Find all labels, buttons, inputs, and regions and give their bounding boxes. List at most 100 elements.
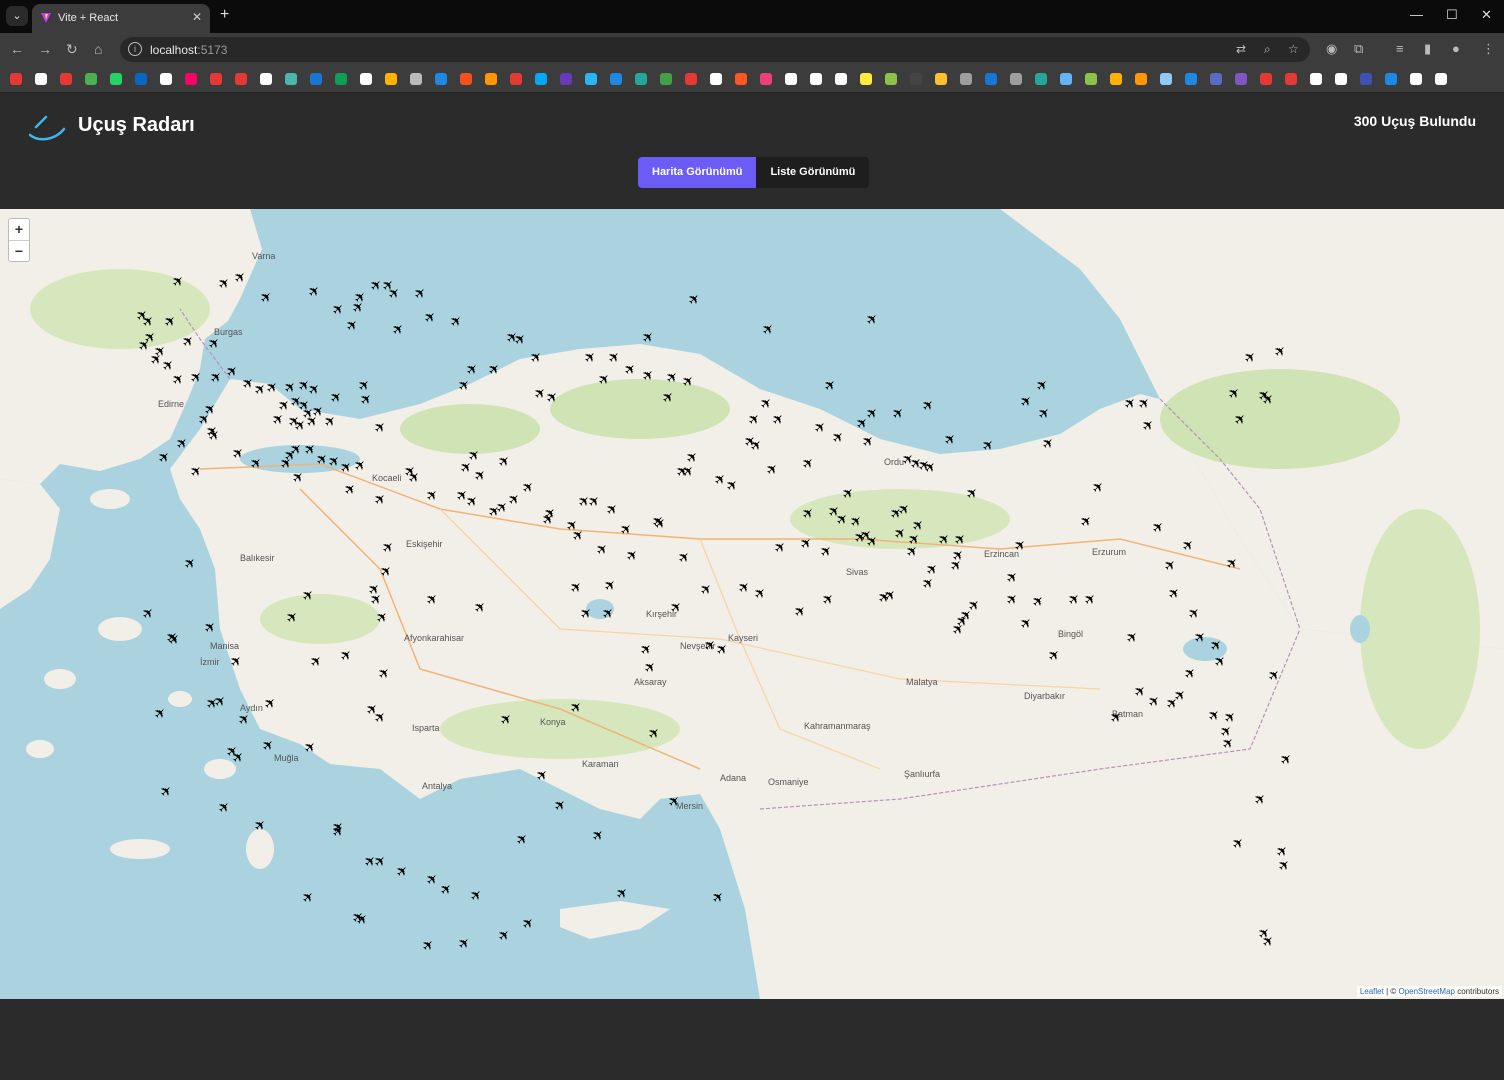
bookmark-icon[interactable] xyxy=(335,73,347,85)
map-place-label: Erzurum xyxy=(1092,547,1127,557)
minimize-icon[interactable]: — xyxy=(1410,7,1423,22)
leaflet-link[interactable]: Leaflet xyxy=(1360,987,1384,996)
browser-tab[interactable]: Vite + React ✕ xyxy=(32,4,210,33)
flight-map[interactable]: Varna Burgas Edirne Kocaeli Eskişehir Balıkes… xyxy=(0,209,1504,999)
bookmark-icon[interactable] xyxy=(1110,73,1122,85)
map-place-label: Muğla xyxy=(274,753,299,763)
menu-icon[interactable]: ⋮ xyxy=(1482,41,1495,57)
bookmark-icon[interactable] xyxy=(1435,73,1447,85)
bookmark-icon[interactable] xyxy=(435,73,447,85)
bookmark-icon[interactable] xyxy=(1085,73,1097,85)
bookmark-icon[interactable] xyxy=(685,73,697,85)
bookmark-icon[interactable] xyxy=(60,73,72,85)
bookmark-icon[interactable] xyxy=(360,73,372,85)
bookmark-icon[interactable] xyxy=(260,73,272,85)
bookmark-icon[interactable] xyxy=(135,73,147,85)
translate-icon[interactable]: ⇄ xyxy=(1236,42,1246,56)
new-tab-button[interactable]: + xyxy=(220,6,229,24)
media-icon[interactable]: ≡ xyxy=(1396,41,1404,56)
bookmark-icon[interactable] xyxy=(285,73,297,85)
bookmark-icon[interactable] xyxy=(1060,73,1072,85)
bookmark-icon[interactable] xyxy=(185,73,197,85)
bookmark-icon[interactable] xyxy=(310,73,322,85)
bookmark-icon[interactable] xyxy=(635,73,647,85)
bookmark-icon[interactable] xyxy=(1360,73,1372,85)
close-window-icon[interactable]: ✕ xyxy=(1481,7,1492,23)
bookmark-icon[interactable] xyxy=(885,73,897,85)
bookmark-icon[interactable] xyxy=(85,73,97,85)
list-view-button[interactable]: Liste Görünümü xyxy=(756,157,870,188)
view-toggle: Harita Görünümü Liste Görünümü xyxy=(638,157,870,188)
bookmark-star-icon[interactable]: ☆ xyxy=(1288,42,1299,56)
bookmark-icon[interactable] xyxy=(710,73,722,85)
bookmark-icon[interactable] xyxy=(535,73,547,85)
zoom-in-button[interactable]: + xyxy=(9,219,29,240)
site-info-icon[interactable]: i xyxy=(128,42,142,56)
map-view-button[interactable]: Harita Görünümü xyxy=(638,157,757,188)
bookmark-icon[interactable] xyxy=(610,73,622,85)
bookmark-icon[interactable] xyxy=(1385,73,1397,85)
forward-icon[interactable]: → xyxy=(38,41,52,57)
osm-link[interactable]: OpenStreetMap xyxy=(1398,987,1454,996)
bookmark-icon[interactable] xyxy=(1410,73,1422,85)
bookmark-icon[interactable] xyxy=(560,73,572,85)
logo-icon xyxy=(28,115,66,141)
bookmark-icon[interactable] xyxy=(835,73,847,85)
zoom-out-button[interactable]: − xyxy=(9,240,29,261)
bookmark-icon[interactable] xyxy=(910,73,922,85)
map-place-label: Konya xyxy=(540,717,566,727)
bookmark-icon[interactable] xyxy=(460,73,472,85)
bookmark-icon[interactable] xyxy=(810,73,822,85)
bookmark-icon[interactable] xyxy=(785,73,797,85)
app-title: Uçuş Radarı xyxy=(78,114,195,136)
bookmark-icon[interactable] xyxy=(1285,73,1297,85)
bookmarks-bar xyxy=(0,66,1504,93)
tab-search-button[interactable]: ⌄ xyxy=(6,6,28,26)
bookmark-icon[interactable] xyxy=(1035,73,1047,85)
zoom-icon[interactable]: ⌕ xyxy=(1264,42,1271,57)
bookmark-icon[interactable] xyxy=(660,73,672,85)
tab-title: Vite + React xyxy=(58,12,119,24)
bookmark-icon[interactable] xyxy=(110,73,122,85)
map-place-label: Bingöl xyxy=(1058,629,1084,639)
map-place-label: Malatya xyxy=(906,677,938,687)
bookmark-icon[interactable] xyxy=(960,73,972,85)
url-text: localhost:5173 xyxy=(150,43,228,57)
bookmark-icon[interactable] xyxy=(1260,73,1272,85)
close-tab-icon[interactable]: ✕ xyxy=(192,10,202,24)
address-bar[interactable]: i localhost:5173 ⇄ ⌕ ☆ xyxy=(120,37,1310,62)
home-icon[interactable]: ⌂ xyxy=(94,41,102,57)
bookmark-icon[interactable] xyxy=(1210,73,1222,85)
bookmark-icon[interactable] xyxy=(385,73,397,85)
bookmark-icon[interactable] xyxy=(985,73,997,85)
bookmark-icon[interactable] xyxy=(160,73,172,85)
profile-icon[interactable]: ● xyxy=(1452,41,1460,56)
bookmark-icon[interactable] xyxy=(210,73,222,85)
extensions-puzzle-icon[interactable]: ⧉ xyxy=(1354,41,1363,57)
back-icon[interactable]: ← xyxy=(10,41,24,57)
bookmark-icon[interactable] xyxy=(235,73,247,85)
extension-icon[interactable]: ◉ xyxy=(1326,41,1337,57)
bookmark-icon[interactable] xyxy=(35,73,47,85)
bookmark-icon[interactable] xyxy=(735,73,747,85)
bookmark-icon[interactable] xyxy=(585,73,597,85)
map-place-label: Sivas xyxy=(846,567,869,577)
bookmark-icon[interactable] xyxy=(1010,73,1022,85)
bookmark-icon[interactable] xyxy=(1135,73,1147,85)
bookmark-icon[interactable] xyxy=(410,73,422,85)
map-place-label: Eskişehir xyxy=(406,539,443,549)
maximize-icon[interactable]: ☐ xyxy=(1446,7,1458,23)
bookmark-icon[interactable] xyxy=(485,73,497,85)
bookmark-icon[interactable] xyxy=(1160,73,1172,85)
bookmark-icon[interactable] xyxy=(510,73,522,85)
side-panel-icon[interactable]: ▮ xyxy=(1424,41,1431,57)
bookmark-icon[interactable] xyxy=(1185,73,1197,85)
bookmark-icon[interactable] xyxy=(10,73,22,85)
bookmark-icon[interactable] xyxy=(1310,73,1322,85)
bookmark-icon[interactable] xyxy=(860,73,872,85)
bookmark-icon[interactable] xyxy=(760,73,772,85)
bookmark-icon[interactable] xyxy=(1235,73,1247,85)
bookmark-icon[interactable] xyxy=(935,73,947,85)
reload-icon[interactable]: ↻ xyxy=(66,41,78,58)
bookmark-icon[interactable] xyxy=(1335,73,1347,85)
